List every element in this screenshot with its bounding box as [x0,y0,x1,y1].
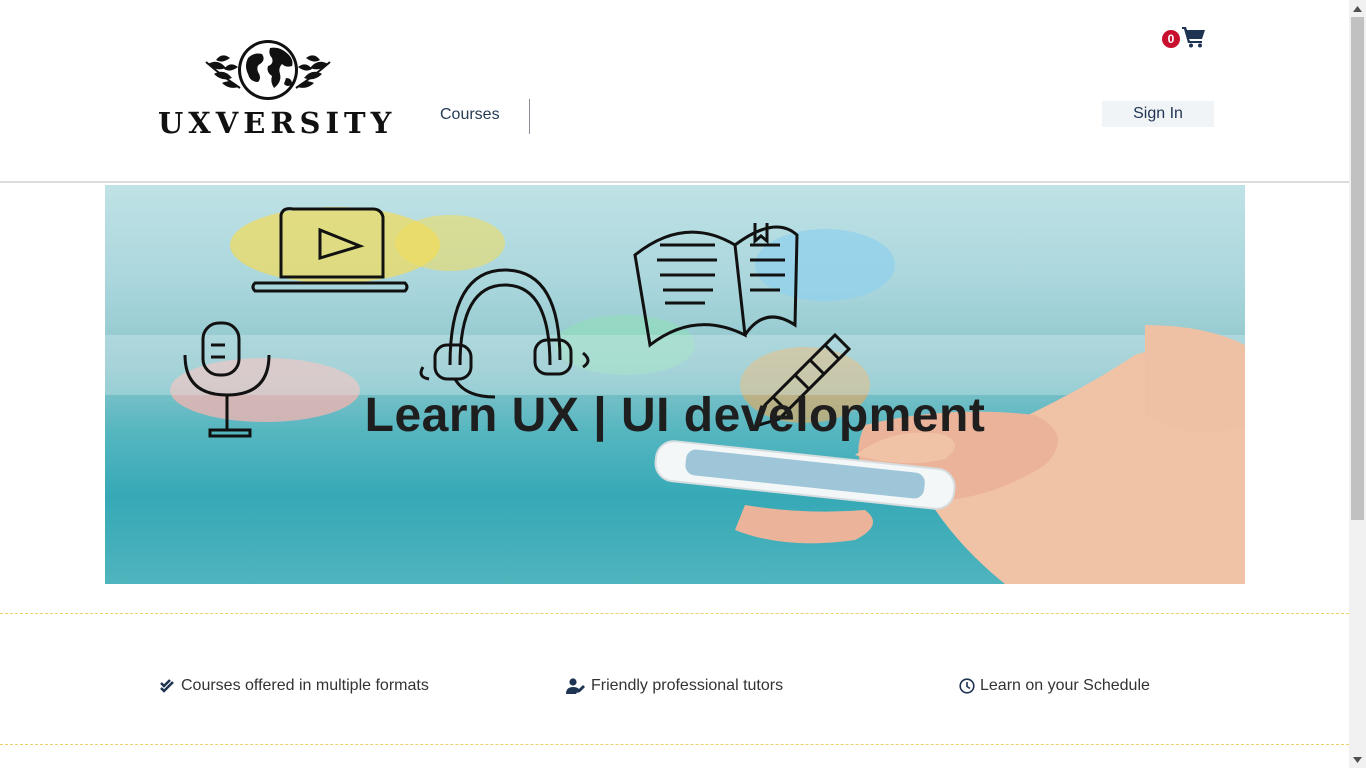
cart-button[interactable]: 0 [1162,26,1208,52]
feature-label: Learn on your Schedule [980,677,1150,694]
site-logo[interactable]: UXVERSITY [158,38,397,140]
hero-banner: Learn UX | UI development [105,185,1245,584]
feature-label: Friendly professional tutors [591,677,784,694]
clock-icon [959,678,975,694]
hero-illustration [105,207,1245,584]
feature-item-formats: Courses offered in multiple formats [160,677,429,695]
hero-title: Learn UX | UI development [364,389,986,442]
nav-divider [529,99,530,134]
feature-label: Courses offered in multiple formats [181,677,429,694]
sign-in-button[interactable]: Sign In [1102,101,1214,127]
site-header: UXVERSITY Courses 0 Sign In [0,0,1349,183]
cart-count-badge: 0 [1162,30,1180,48]
vertical-scrollbar[interactable] [1349,0,1366,768]
logo-wordmark: UXVERSITY [158,106,397,140]
double-check-icon [160,679,174,693]
scroll-up-arrow-icon[interactable] [1349,0,1366,17]
scrollbar-thumb[interactable] [1351,17,1364,520]
features-strip: Courses offered in multiple formats Frie… [0,613,1349,745]
nav-courses-link[interactable]: Courses [440,106,500,124]
page: UXVERSITY Courses 0 Sign In Learn UX | U… [0,0,1349,768]
user-edit-icon [566,678,585,694]
feature-item-schedule: Learn on your Schedule [959,677,1150,695]
shopping-cart-icon [1182,27,1205,48]
globe-laurel-icon [205,40,331,100]
scroll-down-arrow-icon[interactable] [1349,751,1366,768]
feature-item-tutors: Friendly professional tutors [566,677,783,695]
